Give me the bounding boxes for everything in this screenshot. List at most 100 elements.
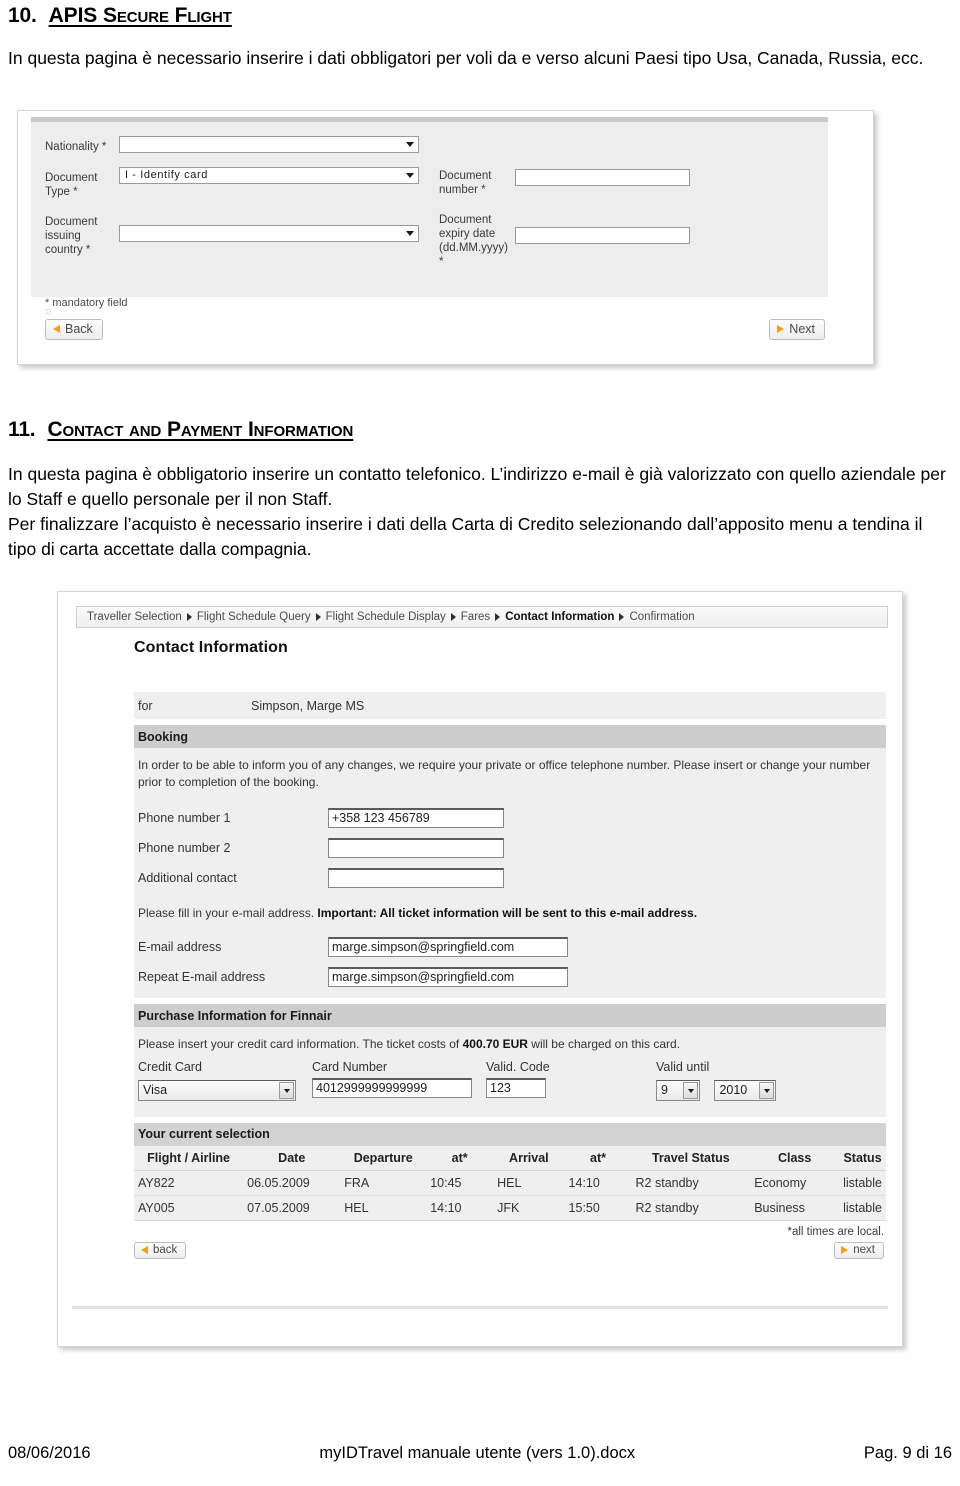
cell-status: listable — [839, 1195, 886, 1221]
breadcrumb-item-confirmation[interactable]: Confirmation — [629, 611, 694, 623]
arrow-right-icon — [841, 1245, 849, 1254]
col-travel-status: Travel Status — [631, 1145, 751, 1171]
table-row: AY822 06.05.2009 FRA 10:45 HEL 14:10 R2 … — [134, 1170, 886, 1196]
apis-button-row: Back Next — [18, 319, 873, 345]
section-10-heading: 10. APIS Secure Flight — [8, 0, 952, 28]
document-type-label: Document Type * — [45, 172, 98, 199]
email-row: E-mail address marge.simpson@springfield… — [134, 932, 886, 962]
col-departure: Departure — [340, 1145, 427, 1171]
cell-arrival-time: 15:50 — [564, 1195, 632, 1221]
chevron-down-icon — [759, 1081, 775, 1099]
section-11-heading: 11. Contact and Payment Information — [8, 414, 952, 442]
breadcrumb-item-flight-schedule-display[interactable]: Flight Schedule Display — [326, 611, 446, 623]
valid-until-year-select[interactable]: 2010 — [714, 1079, 777, 1101]
additional-contact-input[interactable] — [328, 867, 504, 888]
cell-date: 07.05.2009 — [243, 1195, 341, 1221]
card-number-label: Card Number — [312, 1059, 388, 1074]
chevron-down-icon — [406, 173, 414, 179]
footer-date: 08/06/2016 — [8, 1444, 91, 1462]
purchase-section-header: Purchase Information for Finnair — [134, 1004, 886, 1028]
phone1-input[interactable]: +358 123 456789 — [328, 807, 504, 828]
phone2-row: Phone number 2 — [134, 833, 886, 863]
document-issuing-country-select[interactable] — [119, 225, 419, 243]
phone2-label: Phone number 2 — [138, 840, 231, 855]
current-selection-table: Flight / Airline Date Departure at* Arri… — [134, 1145, 886, 1221]
email-repeat-input[interactable]: marge.simpson@springfield.com — [328, 967, 568, 988]
cell-arrival-time: 14:10 — [564, 1170, 632, 1196]
chevron-down-icon — [406, 142, 414, 147]
email-repeat-label: Repeat E-mail address — [138, 970, 266, 985]
nationality-label: Nationality * — [45, 141, 107, 153]
chevron-down-icon — [279, 1081, 294, 1099]
section-11-block: 11. Contact and Payment Information In q… — [8, 414, 952, 561]
document-type-select[interactable]: I - Identify card — [119, 167, 419, 185]
section-10-paragraph: In questa pagina è necessario inserire i… — [8, 48, 924, 68]
document-number-input[interactable] — [515, 169, 690, 187]
email-repeat-row: Repeat E-mail address marge.simpson@spri… — [134, 962, 886, 992]
email-input[interactable]: marge.simpson@springfield.com — [328, 937, 568, 958]
document-expiry-label: Document expiry date (dd.MM.yyyy) * — [439, 214, 508, 269]
purchase-note-post: will be charged on this card. — [527, 1037, 681, 1052]
page-footer: 08/06/2016 myIDTravel manuale utente (ve… — [8, 1444, 952, 1463]
section-11-number: 11. — [8, 418, 36, 441]
cell-travel-status: R2 standby — [631, 1170, 751, 1196]
valid-until-label: Valid until — [656, 1059, 710, 1074]
back-button-label: Back — [65, 322, 93, 336]
additional-contact-label: Additional contact — [138, 870, 237, 885]
apis-form-panel: Nationality * Document Type * I - Identi… — [31, 122, 828, 297]
apis-row-document-type: Document Type * I - Identify card Docume… — [31, 167, 828, 199]
breadcrumb-item-traveller-selection[interactable]: Traveller Selection — [87, 611, 182, 623]
col-class: Class — [750, 1145, 840, 1171]
section-11-paragraph-2: Per finalizzare l’acquisto è necessario … — [8, 513, 923, 559]
card-number-input[interactable]: 4012999999999999 — [312, 1077, 472, 1098]
breadcrumb-separator-icon — [186, 613, 192, 621]
section-10-number: 10. — [8, 4, 37, 27]
purchase-note-amount: 400.70 EUR — [462, 1037, 528, 1052]
back-button[interactable]: back — [134, 1241, 187, 1259]
contact-information-content: for Simpson, Marge MS Booking In order t… — [134, 692, 886, 1272]
passenger-row: for Simpson, Marge MS — [134, 692, 886, 719]
email-field-block: E-mail address marge.simpson@springfield… — [134, 930, 886, 999]
cell-date: 06.05.2009 — [243, 1170, 341, 1196]
document-expiry-input[interactable] — [515, 227, 690, 245]
credit-card-select-value: Visa — [143, 1082, 168, 1097]
breadcrumb-separator-icon — [495, 613, 501, 621]
valid-until-month-select[interactable]: 9 — [656, 1079, 700, 1101]
valid-code-cell: 123 — [486, 1077, 656, 1103]
valid-until-cell: 9 2010 — [656, 1079, 836, 1101]
section-11-paragraph-1: In questa pagina è obbligatorio inserire… — [8, 464, 946, 509]
breadcrumb-item-fares[interactable]: Fares — [461, 611, 490, 623]
section-10-title: APIS Secure Flight — [48, 4, 232, 27]
col-departure-time: at* — [426, 1145, 494, 1171]
next-button[interactable]: Next — [769, 319, 825, 340]
chevron-down-icon — [683, 1081, 698, 1099]
valid-code-input[interactable]: 123 — [486, 1077, 546, 1098]
next-button-label: Next — [789, 322, 815, 336]
breadcrumb: Traveller Selection Flight Schedule Quer… — [76, 606, 888, 628]
document-body: 10. APIS Secure Flight In questa pagina … — [8, 0, 952, 71]
table-header-row: Flight / Airline Date Departure at* Arri… — [134, 1145, 886, 1171]
credit-card-select[interactable]: Visa — [138, 1079, 296, 1101]
document-type-select-value: I - Identify card — [125, 169, 208, 182]
phone2-input[interactable] — [328, 837, 504, 858]
document-number-label: Document number * — [439, 170, 492, 197]
back-button[interactable]: Back — [45, 319, 103, 340]
credit-card-select-cell: Visa — [138, 1079, 312, 1101]
next-button[interactable]: next — [834, 1241, 884, 1259]
breadcrumb-item-contact-information[interactable]: Contact Information — [505, 611, 614, 623]
col-arrival-time: at* — [564, 1145, 632, 1171]
nationality-select[interactable] — [119, 136, 419, 153]
chevron-down-icon — [406, 231, 414, 237]
breadcrumb-item-flight-schedule-query[interactable]: Flight Schedule Query — [197, 611, 311, 623]
cell-class: Business — [750, 1195, 840, 1221]
current-selection-header: Your current selection — [134, 1122, 886, 1146]
cell-arrival: HEL — [493, 1170, 565, 1196]
purchase-note: Please insert your credit card informati… — [134, 1027, 886, 1056]
credit-card-header-row: Credit Card Card Number Valid. Code Vali… — [138, 1060, 886, 1074]
col-flight-airline: Flight / Airline — [134, 1145, 244, 1171]
valid-until-year-value: 2010 — [719, 1082, 748, 1097]
footer-filename: myIDTravel manuale utente (vers 1.0).doc… — [319, 1444, 636, 1462]
cell-flight: AY822 — [134, 1170, 244, 1196]
apis-row-issuing-country: Document issuing country * Document expi… — [31, 211, 828, 269]
email-note-plain: Please fill in your e-mail address. — [138, 905, 318, 920]
